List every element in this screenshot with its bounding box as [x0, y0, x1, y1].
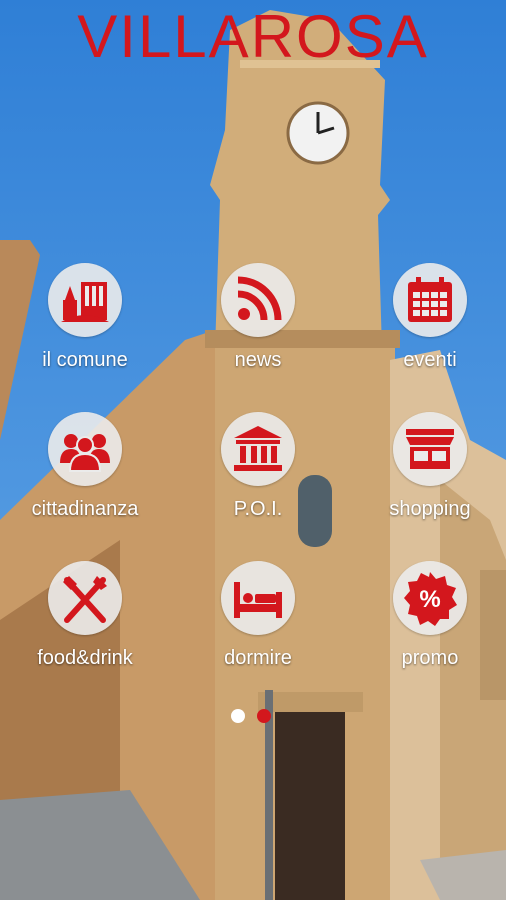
- page-dot-2[interactable]: [257, 709, 271, 723]
- menu-grid: il comune news eventi cittadinanza P.O.I…: [0, 0, 506, 900]
- menu-item-cittadinanza[interactable]: cittadinanza: [5, 412, 165, 521]
- svg-text:%: %: [419, 586, 440, 613]
- percent-badge-icon: %: [404, 572, 457, 626]
- menu-label: il comune: [42, 349, 128, 371]
- menu-label: dormire: [224, 647, 292, 669]
- menu-item-shopping[interactable]: shopping: [350, 412, 506, 521]
- page-indicator: [0, 709, 506, 725]
- menu-label: eventi: [403, 349, 457, 371]
- menu-item-food-drink[interactable]: food&drink: [5, 561, 165, 670]
- page-dot-1[interactable]: [231, 709, 245, 723]
- menu-item-news[interactable]: news: [178, 263, 338, 372]
- menu-icon-circle: [393, 412, 467, 486]
- menu-icon-circle: [221, 263, 295, 337]
- bed-icon: [234, 582, 282, 618]
- menu-icon-circle: [48, 412, 122, 486]
- menu-label: promo: [401, 647, 459, 669]
- menu-icon-circle: [221, 561, 295, 635]
- menu-item-promo[interactable]: % promo: [350, 561, 506, 670]
- town-hall-icon: [61, 282, 109, 322]
- menu-label: food&drink: [37, 647, 133, 669]
- menu-label: P.O.I.: [233, 498, 283, 520]
- menu-label: cittadinanza: [31, 498, 139, 520]
- menu-icon-circle: [48, 561, 122, 635]
- menu-item-eventi[interactable]: eventi: [350, 263, 506, 372]
- monument-icon: [234, 426, 282, 471]
- calendar-icon: [408, 277, 452, 322]
- menu-item-poi[interactable]: P.O.I.: [178, 412, 338, 521]
- fork-knife-icon: [63, 576, 107, 623]
- people-icon: [60, 434, 110, 472]
- shop-icon: [406, 429, 454, 469]
- menu-item-dormire[interactable]: dormire: [178, 561, 338, 670]
- menu-icon-circle: [393, 263, 467, 337]
- menu-label: shopping: [389, 498, 471, 520]
- menu-icon-circle: %: [393, 561, 467, 635]
- menu-icon-circle: [221, 412, 295, 486]
- menu-icon-circle: [48, 263, 122, 337]
- rss-icon: [237, 276, 282, 321]
- menu-item-il-comune[interactable]: il comune: [5, 263, 165, 372]
- menu-label: news: [234, 349, 282, 371]
